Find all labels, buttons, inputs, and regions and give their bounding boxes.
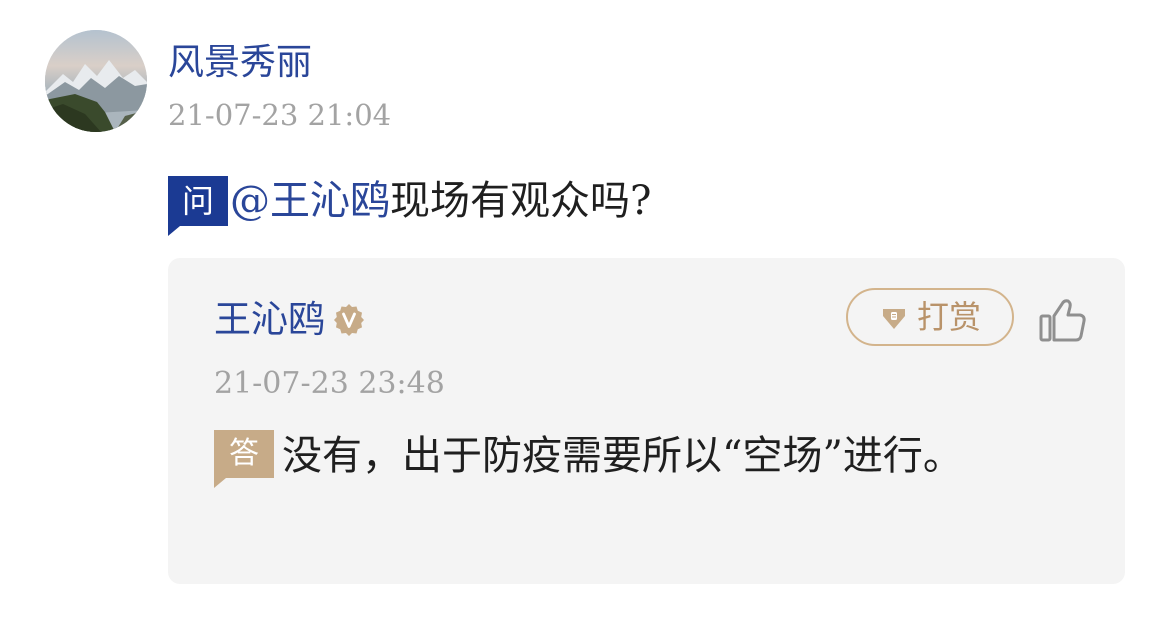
- question-badge-label: 问: [181, 182, 214, 220]
- asker-name[interactable]: 风景秀丽: [168, 40, 312, 86]
- asker-avatar[interactable]: [45, 30, 147, 132]
- answer-badge-label: 答: [229, 436, 259, 471]
- question-badge: 问: [168, 176, 228, 236]
- tip-button[interactable]: 打赏: [846, 288, 1014, 346]
- gem-icon: [882, 309, 905, 329]
- question-timestamp: 21-07-23 21:04: [168, 98, 392, 132]
- answer-badge-tail: [214, 478, 226, 488]
- answer-text: 没有，出于防疫需要所以“空场”进行。: [282, 433, 963, 479]
- landscape-avatar-image: [45, 30, 147, 132]
- answer-timestamp: 21-07-23 23:48: [214, 366, 445, 401]
- question-text: 现场有观众吗?: [390, 178, 652, 224]
- answer-badge: 答: [214, 430, 274, 488]
- tip-button-label: 打赏: [916, 298, 981, 336]
- answer-body: 答 没有，出于防疫需要所以“空场”进行。: [214, 424, 1074, 488]
- answerer-name[interactable]: 王沁鸥: [214, 296, 325, 344]
- question-badge-tail: [168, 226, 180, 236]
- verified-v-icon: [334, 304, 364, 336]
- mention-link[interactable]: @王沁鸥: [230, 170, 390, 232]
- question: 问 @王沁鸥 现场有观众吗?: [168, 170, 652, 236]
- thumbs-up-icon[interactable]: [1038, 296, 1088, 344]
- answerer-row: 王沁鸥: [214, 296, 367, 344]
- answer-card: 王沁鸥 打赏 21-07-23 23:48 答 没有，出于防疫需要所以“空场”进…: [168, 258, 1125, 584]
